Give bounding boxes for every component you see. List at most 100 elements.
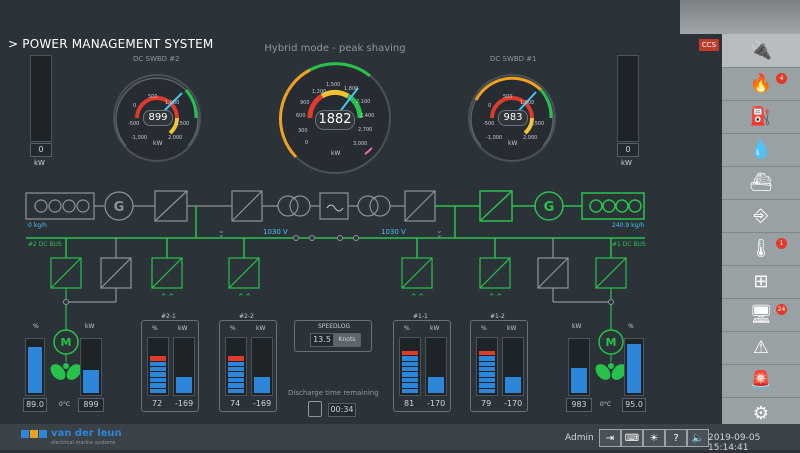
- battery-1-2-soc-bar: [476, 337, 498, 396]
- right-gauge-unit: kW: [508, 140, 518, 147]
- battery-1-2-pct-value: 79: [481, 399, 492, 408]
- center-gauge-tick-300: 300: [298, 128, 308, 134]
- left-gauge-value: 899: [143, 110, 173, 126]
- soc-segment: [228, 377, 244, 383]
- sidebar-vessel-button[interactable]: ⛴: [722, 166, 800, 200]
- soc-segment: [228, 351, 244, 355]
- motor-left-label: M: [61, 336, 72, 349]
- right-prop-kw-fill: [571, 368, 587, 393]
- soc-segment: [228, 356, 244, 361]
- generator-left-label: G: [114, 200, 125, 215]
- audio-button[interactable]: 🔈: [687, 429, 709, 447]
- battery-charge-arrows: ⌃⌃ ⌃⌃ ⌃⌃ ⌃⌃: [160, 293, 503, 303]
- soc-segment: [402, 356, 418, 361]
- sidebar-power-button[interactable]: 🔌: [722, 34, 800, 68]
- right-fuel-rate: 240.9 kg/h: [612, 222, 645, 229]
- soc-segment: [228, 383, 244, 388]
- svg-text:⌄: ⌄: [436, 230, 443, 239]
- right-generator-row: [479, 190, 645, 222]
- soc-segment: [228, 367, 244, 372]
- sun-icon: ☀: [649, 432, 659, 444]
- soc-segment: [402, 350, 418, 356]
- left-prop-pct-fill: [28, 347, 42, 393]
- left-gauge-tick-neg1000: -1,000: [131, 135, 147, 141]
- left-gauge-tick-neg500: -500: [128, 121, 139, 127]
- right-gauge-tick-neg500: -500: [483, 121, 494, 127]
- right-prop-pct-value: 95.0: [622, 398, 646, 412]
- sidebar-alarms-button[interactable]: 🖥 24: [722, 298, 800, 332]
- sidebar-exit-button[interactable]: ⎆: [722, 199, 800, 233]
- battery-1-2-tag: #1-2: [490, 313, 505, 320]
- left-prop-pct-bar: [25, 338, 45, 396]
- keyboard-button[interactable]: ⌨: [621, 429, 643, 447]
- soc-segment: [150, 345, 166, 349]
- fuel-pump-icon: ⛽: [749, 106, 773, 127]
- soc-segment: [150, 383, 166, 388]
- soc-segment: [228, 372, 244, 377]
- soc-segment: [402, 383, 418, 388]
- right-gauge-tick-500: 500: [503, 94, 513, 100]
- sidebar-siren-button[interactable]: 🚨: [722, 364, 800, 398]
- soc-segment: [150, 377, 166, 383]
- right-gauge-value: 983: [498, 110, 528, 126]
- center-gauge-tick-1800: 1,800: [344, 86, 358, 92]
- sidebar-warning-button[interactable]: ⚠: [722, 331, 800, 365]
- battery-1-1-kw-value: -170: [427, 399, 446, 408]
- sidebar-fuel-button[interactable]: ⛽: [722, 100, 800, 134]
- right-gauge-tick-1500: 1,500: [530, 121, 544, 127]
- soc-segment: [402, 345, 418, 349]
- right-bus-voltage: 1030 V: [381, 228, 406, 236]
- right-prop-kw-label: kW: [572, 323, 582, 330]
- logout-button[interactable]: ⇥: [599, 429, 621, 447]
- soc-segment: [150, 372, 166, 377]
- battery-2-1-kw-value: -169: [175, 399, 194, 408]
- left-bus-voltage: 1030 V: [263, 228, 288, 236]
- speaker-icon: 🔈: [691, 432, 705, 444]
- center-gauge-tick-1500: 1,500: [326, 82, 340, 88]
- keyboard-icon: ⌨: [624, 432, 640, 444]
- left-gauge-tick-1000: 1,000: [165, 100, 179, 106]
- right-prop-pct-fill: [627, 344, 641, 393]
- svg-text:⌃⌃: ⌃⌃: [237, 293, 252, 303]
- sidebar-temperature-button[interactable]: 🌡 1: [722, 232, 800, 266]
- sidebar-grid-button[interactable]: ⊞: [722, 265, 800, 299]
- center-gauge-tick-2700: 2,700: [358, 127, 372, 133]
- gear-icon: ⚙: [752, 403, 770, 424]
- warning-icon: ⚠: [752, 337, 770, 358]
- left-gauge-unit: kW: [153, 140, 163, 147]
- sidebar-tanks-button[interactable]: 💧: [722, 133, 800, 167]
- inactive-feeders: [115, 238, 554, 258]
- left-gauge-tick-0: 0: [133, 103, 136, 109]
- soc-segment: [150, 367, 166, 372]
- left-dc-bus-label: #2 DC BUS: [28, 241, 62, 248]
- soc-segment: [479, 356, 495, 361]
- speedlog-label: SPEEDLOG: [318, 323, 351, 330]
- left-prop-kw-bar: [80, 338, 102, 396]
- plug-icon: 🔌: [749, 40, 773, 61]
- battery-1-1-kw-label: kW: [430, 325, 440, 332]
- soc-segment: [479, 383, 495, 388]
- temperature-badge: 1: [776, 238, 787, 249]
- bus-down-arrows: ⌄⌄ ⌄⌄: [218, 226, 443, 239]
- sidebar-fire-button[interactable]: 🔥 4: [722, 67, 800, 101]
- soc-segment: [228, 340, 244, 344]
- brightness-button[interactable]: ☀: [643, 429, 665, 447]
- brand-name: van der leun: [51, 428, 122, 439]
- soc-segment: [479, 345, 495, 349]
- battery-2-1-kw-label: kW: [178, 325, 188, 332]
- left-prop-temp: 0°C: [59, 401, 71, 408]
- center-gauge-tick-600: 600: [296, 113, 306, 119]
- grid-icon: ⊞: [753, 271, 769, 292]
- left-prop-kw-fill: [83, 370, 99, 393]
- sidebar: 🔌 🔥 4 ⛽ 💧 ⛴ ⎆ 🌡 1 ⊞ 🖥 24 ⚠ 🚨 ⚙: [722, 34, 800, 429]
- battery-1-1-pct-value: 81: [404, 399, 415, 408]
- soc-segment: [150, 351, 166, 355]
- door-exit-icon: ⎆: [753, 205, 769, 226]
- speedlog-unit: Knots: [333, 333, 361, 347]
- battery-1-2-pct-label: %: [481, 325, 487, 332]
- help-button[interactable]: ?: [665, 429, 687, 447]
- center-gauge-tick-1200: 1,200: [312, 89, 326, 95]
- left-gauge-tick-1500: 1,500: [175, 121, 189, 127]
- center-gauge-tick-900: 900: [300, 100, 310, 106]
- soc-segment: [150, 356, 166, 361]
